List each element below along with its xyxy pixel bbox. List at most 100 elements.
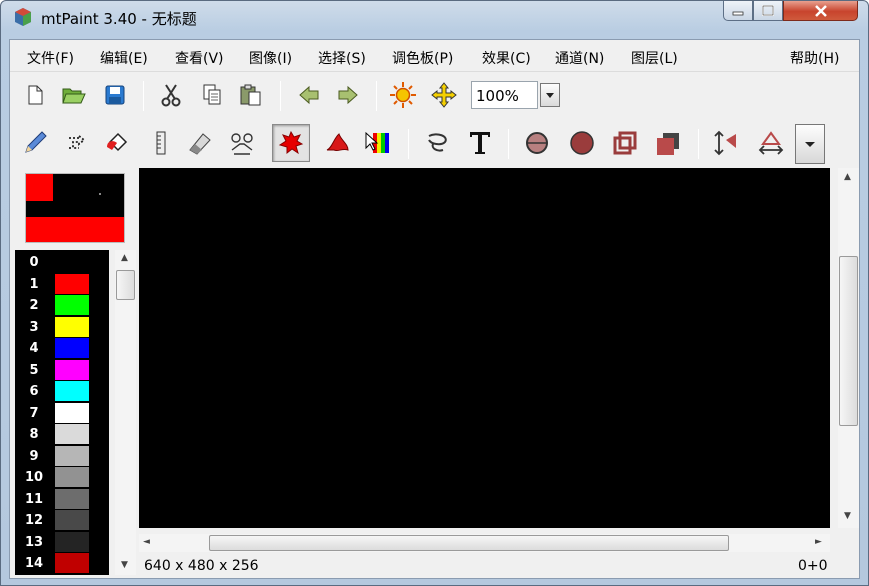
palette-entry[interactable]: 14 [15,553,109,574]
menu-help[interactable]: 帮助(H) [790,48,839,68]
eraser-tool[interactable] [185,128,215,158]
ellipse-outline-tool[interactable] [522,128,552,158]
palette-color-swatch[interactable] [55,467,89,487]
zoom-input[interactable]: 100% [471,81,538,109]
rectangle-filled-tool[interactable] [653,128,683,158]
palette-color-swatch[interactable] [55,510,89,530]
brightness-button[interactable] [388,80,418,110]
brightness-sun-icon [390,82,416,108]
palette-list[interactable]: 0 1 2 3 4 5 6 7 8 9 10 11 12 13 14 [15,250,109,575]
status-cursor-position: 0+0 [798,558,828,574]
copy-icon [203,84,221,105]
palette-color-swatch[interactable] [55,424,89,444]
palette-color-swatch[interactable] [55,359,89,380]
scroll-down-icon[interactable]: ▼ [844,511,851,521]
pan-button[interactable] [429,80,459,110]
maximize-button[interactable] [753,1,783,21]
ruler-line-icon [156,131,166,155]
flood-fill-tool[interactable] [102,128,132,158]
rectangle-outline-tool[interactable] [610,128,640,158]
palette-entry[interactable]: 9 [15,445,109,467]
palette-color-swatch[interactable] [55,531,89,552]
paste-button[interactable] [236,80,266,110]
palette-color-swatch[interactable] [55,445,89,466]
clone-tool[interactable] [227,128,257,158]
foreground-color-swatch[interactable] [26,174,53,201]
palette-color-swatch[interactable] [55,488,89,509]
palette-color-swatch[interactable] [55,316,89,337]
palette-scrollbar[interactable]: ▲ ▼ [115,250,136,575]
palette-entry[interactable]: 2 [15,295,109,316]
zoom-dropdown-button[interactable] [540,83,560,107]
menu-palette[interactable]: 调色板(P) [392,48,453,68]
ellipse-filled-tool[interactable] [567,128,597,158]
flip-vertical-tool[interactable] [711,128,741,158]
menu-file[interactable]: 文件(F) [27,48,74,68]
palette-color-swatch[interactable] [55,381,89,401]
palette-entry[interactable]: 13 [15,531,109,553]
title-bar[interactable]: mtPaint 3.40 - 无标题 [1,1,868,35]
menu-channels[interactable]: 通道(N) [555,48,604,68]
scroll-down-icon[interactable]: ▼ [121,560,128,570]
scroll-up-icon[interactable]: ▲ [844,172,851,182]
palette-color-swatch[interactable] [55,553,89,573]
gradient-tool[interactable] [362,128,392,158]
menu-edit[interactable]: 编辑(E) [100,48,148,68]
palette-index: 6 [29,384,39,399]
mtpaint-app-icon [15,8,31,26]
palette-entry[interactable]: 1 [15,273,109,295]
palette-entry[interactable]: 11 [15,488,109,510]
paint-tool[interactable] [272,124,310,162]
palette-entry[interactable]: 10 [15,467,109,488]
tools-dropdown-button[interactable] [795,124,825,164]
menu-image[interactable]: 图像(I) [249,48,292,68]
redo-button[interactable] [333,80,363,110]
palette-entry[interactable]: 3 [15,316,109,338]
chevron-down-icon [805,142,815,147]
palette-entry[interactable]: 6 [15,381,109,402]
palette-scroll-thumb[interactable] [116,270,135,300]
vertical-scroll-thumb[interactable] [839,256,858,426]
palette-color-swatch[interactable] [55,338,89,358]
palette-entry[interactable]: 12 [15,510,109,531]
save-button[interactable] [100,80,130,110]
line-tool[interactable] [146,128,176,158]
open-button[interactable] [59,80,89,110]
palette-color-swatch[interactable] [55,273,89,294]
menu-select[interactable]: 选择(S) [318,48,366,68]
palette-entry[interactable]: 4 [15,338,109,359]
palette-index: 0 [29,255,39,270]
scroll-left-icon[interactable]: ◄ [143,537,150,547]
palette-entry[interactable]: 8 [15,424,109,445]
palette-color-swatch[interactable] [55,252,89,272]
lasso-tool[interactable] [422,128,452,158]
minimize-button[interactable] [723,1,753,21]
menu-layers[interactable]: 图层(L) [631,48,678,68]
pattern-preview-bar [26,217,124,242]
canvas-vertical-scrollbar[interactable]: ▲ ▼ [838,168,859,528]
selection-tool[interactable] [62,128,92,158]
menu-view[interactable]: 查看(V) [175,48,224,68]
palette-color-swatch[interactable] [55,402,89,423]
canvas-horizontal-scrollbar[interactable]: ◄ ► [139,534,830,552]
close-button[interactable] [783,1,858,21]
new-file-button[interactable] [20,80,50,110]
color-preview[interactable] [25,173,125,243]
smudge-tool[interactable] [322,128,352,158]
save-icon [105,85,125,105]
palette-entry[interactable]: 0 [15,252,109,273]
palette-entry[interactable]: 5 [15,359,109,381]
menu-effects[interactable]: 效果(C) [482,48,531,68]
palette-entry[interactable]: 7 [15,402,109,424]
palette-color-swatch[interactable] [55,295,89,315]
scroll-right-icon[interactable]: ► [815,537,822,547]
flip-horizontal-tool[interactable] [756,128,786,158]
scroll-up-icon[interactable]: ▲ [121,253,128,263]
text-tool[interactable] [465,128,495,158]
image-canvas[interactable] [139,168,830,528]
cut-button[interactable] [156,80,186,110]
copy-button[interactable] [197,80,227,110]
horizontal-scroll-thumb[interactable] [209,535,729,551]
undo-button[interactable] [294,80,324,110]
pencil-tool[interactable] [20,128,50,158]
